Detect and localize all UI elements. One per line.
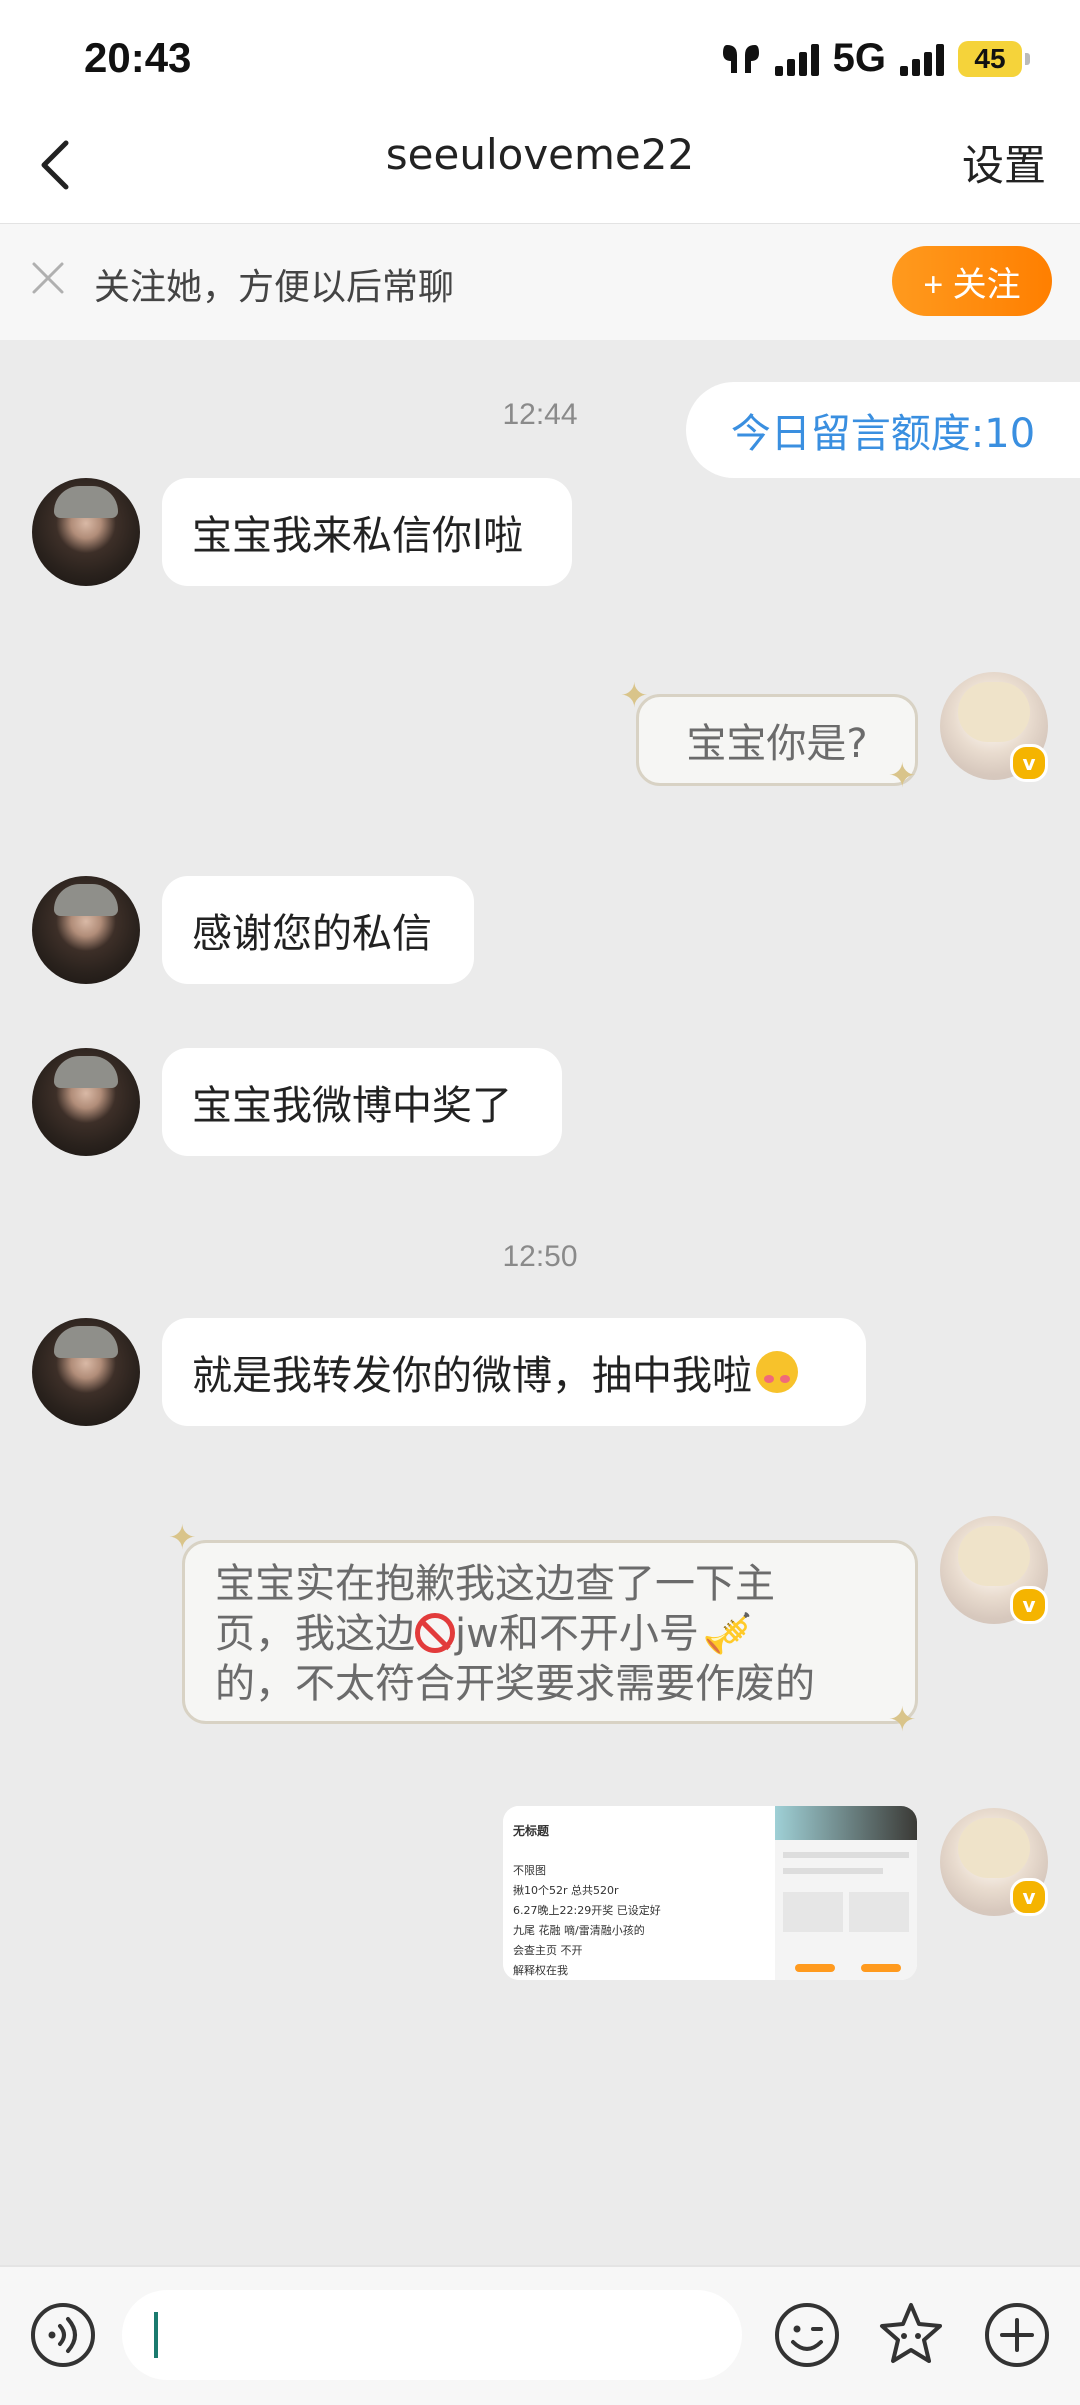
verified-v-icon: v — [1010, 1878, 1048, 1916]
text-cursor — [154, 2312, 158, 2358]
verified-v-icon: v — [1010, 1586, 1048, 1624]
contact-avatar[interactable] — [32, 876, 140, 984]
page-title: seeuloveme22 — [385, 130, 695, 179]
message-input[interactable] — [122, 2290, 742, 2380]
message-bubble-outgoing[interactable]: 宝宝你是? — [636, 694, 918, 786]
message-bubble-incoming[interactable]: 就是我转发你的微博，抽中我啦 — [162, 1318, 866, 1426]
message-line: 宝宝实在抱歉我这边查了一下主 — [215, 1561, 775, 1607]
follow-button[interactable]: + 关注 — [892, 246, 1052, 316]
plus-icon[interactable] — [984, 2302, 1050, 2368]
message-bubble-outgoing[interactable]: 宝宝实在抱歉我这边查了一下主 页，我这边 jw和不开小号 🎺 的，不太符合开奖要求需… — [182, 1540, 918, 1724]
status-indicators: 5G 45 — [721, 36, 1030, 81]
message-text: 宝宝你是? — [686, 721, 868, 767]
message-text: 宝宝我微博中奖了 — [192, 1083, 512, 1129]
message-line: 页，我这边 jw和不开小号 🎺 — [215, 1611, 753, 1657]
verified-v-icon: v — [1010, 744, 1048, 782]
sparkle-icon: ✦ — [888, 756, 917, 796]
message-line: 的，不太符合开奖要求需要作废的 — [215, 1661, 815, 1707]
message-bubble-incoming[interactable]: 宝宝我微博中奖了 — [162, 1048, 562, 1156]
follow-prompt-text: 关注她，方便以后常聊 — [94, 267, 455, 308]
sparkle-icon: ✦ — [620, 676, 649, 716]
network-type: 5G — [832, 36, 886, 80]
signal-icon-2 — [900, 42, 944, 76]
signal-icon — [774, 42, 819, 76]
contact-avatar[interactable] — [32, 478, 140, 586]
close-icon[interactable] — [28, 258, 68, 298]
preview-title: 无标题 — [513, 1824, 550, 1838]
timestamp: 12:50 — [502, 1240, 578, 1273]
message-text: 就是我转发你的微博，抽中我啦 — [192, 1353, 752, 1399]
image-preview-profile — [775, 1806, 917, 1980]
settings-button[interactable]: 设置 — [962, 132, 1046, 193]
message-text: 宝宝我来私信你l啦 — [192, 513, 524, 559]
earbuds-icon — [722, 44, 759, 73]
emoji-icon[interactable] — [774, 2302, 840, 2368]
hugging-face-emoji-icon — [756, 1351, 798, 1393]
battery-indicator: 45 — [958, 40, 1030, 77]
status-time: 20:43 — [84, 34, 192, 81]
message-bubble-incoming[interactable]: 宝宝我来私信你l啦 — [162, 478, 572, 586]
image-message[interactable]: 无标题 不限图 揪10个52r 总共520r 6.27晚上22:29开奖 已设定… — [503, 1806, 917, 1980]
contact-avatar[interactable] — [32, 1318, 140, 1426]
trumpet-icon: 🎺 — [702, 1611, 753, 1657]
prohibited-icon — [415, 1613, 455, 1653]
contact-avatar[interactable] — [32, 1048, 140, 1156]
message-text: 感谢您的私信 — [192, 911, 432, 957]
sparkle-icon: ✦ — [888, 1700, 917, 1740]
daily-quota-pill: 今日留言额度:10 — [686, 382, 1080, 478]
image-preview-note: 无标题 不限图 揪10个52r 总共520r 6.27晚上22:29开奖 已设定… — [503, 1806, 773, 1980]
sticker-star-icon[interactable] — [878, 2300, 944, 2366]
voice-icon[interactable] — [30, 2302, 96, 2368]
sparkle-icon: ✦ — [168, 1518, 197, 1558]
message-bubble-incoming[interactable]: 感谢您的私信 — [162, 876, 474, 984]
